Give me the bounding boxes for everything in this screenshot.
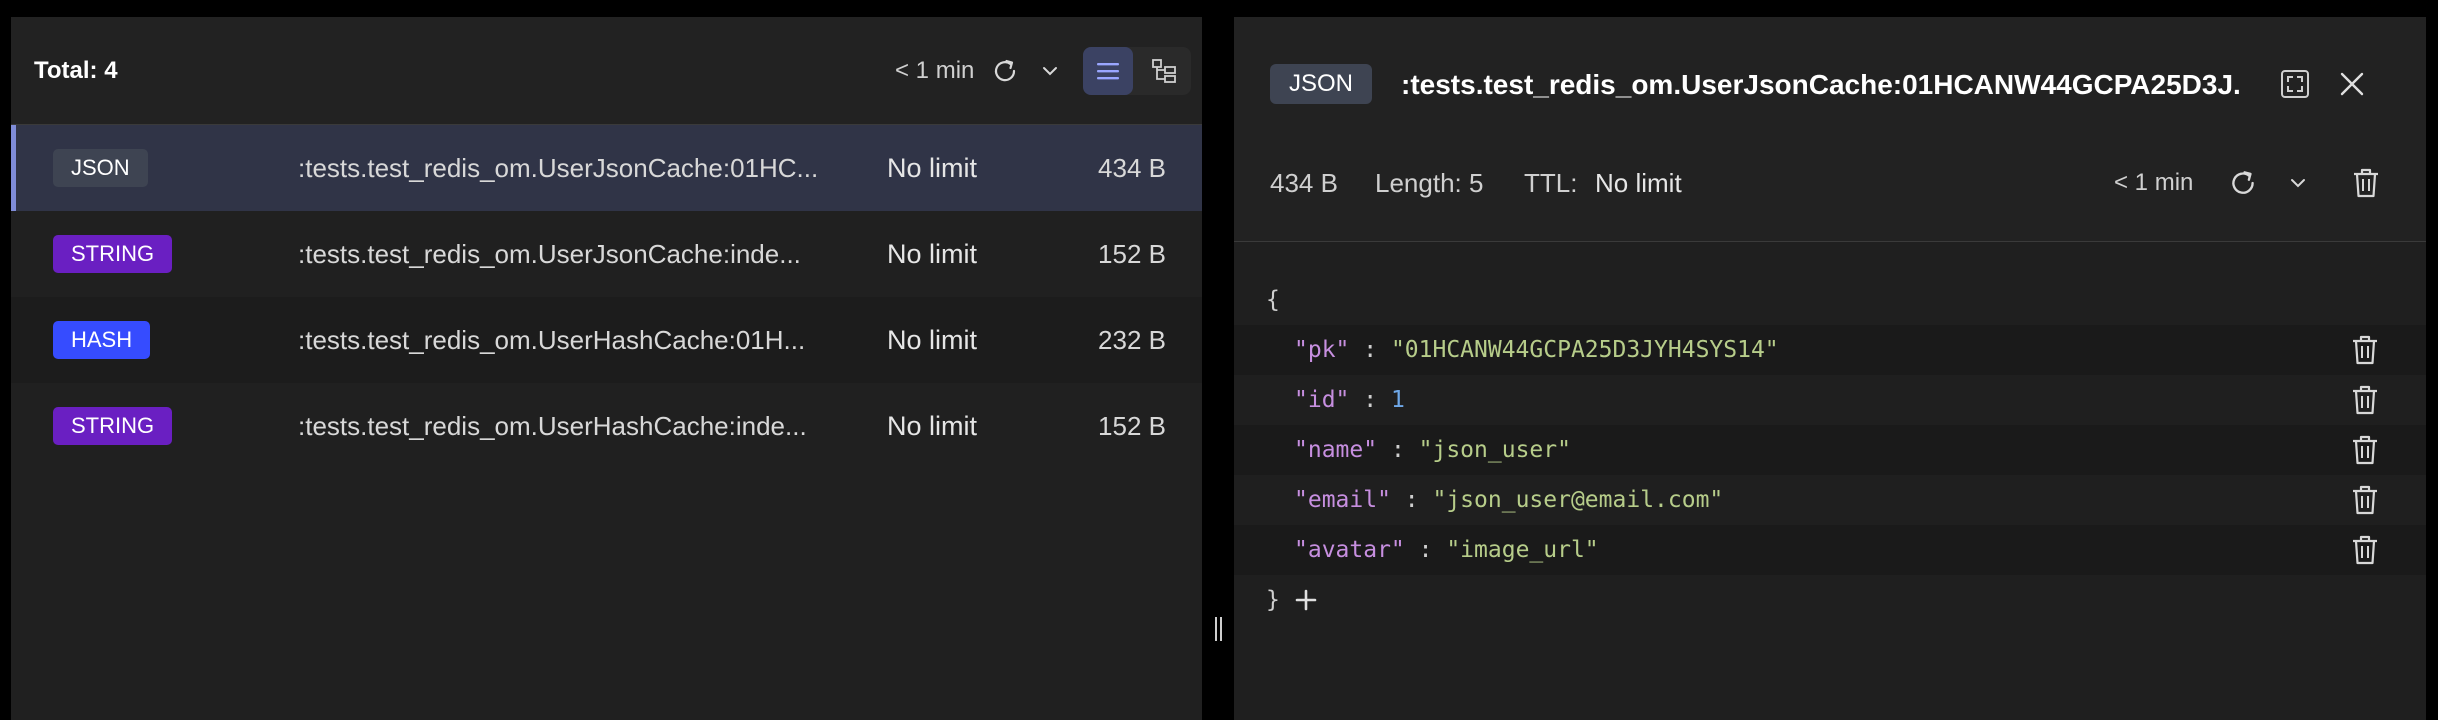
fullscreen-button[interactable] <box>2277 66 2313 102</box>
json-separator: : <box>1349 387 1391 413</box>
json-field-row[interactable]: "avatar" : "image_url" <box>1234 525 2426 575</box>
trash-icon <box>2351 166 2381 200</box>
key-details-header: JSON :tests.test_redis_om.UserJsonCache:… <box>1234 17 2426 242</box>
key-row[interactable]: STRING :tests.test_redis_om.UserJsonCach… <box>11 211 1202 297</box>
delete-field-button[interactable] <box>2346 432 2384 468</box>
key-type-badge: JSON <box>1270 64 1373 104</box>
key-ttl: No limit <box>887 411 978 441</box>
close-details-button[interactable] <box>2334 66 2370 102</box>
key-ttl: No limit <box>887 239 978 269</box>
panel-resize-handle[interactable] <box>1202 17 1234 720</box>
trash-icon <box>2350 333 2380 367</box>
delete-field-button[interactable] <box>2346 532 2384 568</box>
json-separator: : <box>1404 537 1447 563</box>
add-field-button[interactable] <box>1292 575 1320 625</box>
json-field-row[interactable]: "id" : 1 <box>1234 375 2426 425</box>
key-list-header: Total: 4 < 1 min <box>11 17 1202 125</box>
key-list-panel: Total: 4 < 1 min JSON:tests.test_redis_… <box>11 17 1202 720</box>
json-field-row[interactable]: "pk" : "01HCANW44GCPA25D3JYH4SYS14" <box>1234 325 2426 375</box>
key-size: 434 B <box>1098 153 1166 183</box>
json-field-key: "id" <box>1294 387 1350 413</box>
key-length-value: Length: 5 <box>1375 168 1484 198</box>
last-refresh-time: < 1 min <box>2114 169 2194 196</box>
json-field-value[interactable]: "01HCANW44GCPA25D3JYH4SYS14" <box>1391 337 1779 363</box>
key-details-panel: JSON :tests.test_redis_om.UserJsonCache:… <box>1234 17 2426 720</box>
key-size: 232 B <box>1098 325 1166 355</box>
key-row[interactable]: STRING :tests.test_redis_om.UserHashCach… <box>11 383 1202 469</box>
trash-icon <box>2350 533 2380 567</box>
key-type-badge: STRING <box>53 235 173 273</box>
delete-field-button[interactable] <box>2346 332 2384 368</box>
refresh-icon <box>2227 167 2259 199</box>
trash-icon <box>2350 483 2380 517</box>
key-name-title[interactable]: :tests.test_redis_om.UserJsonCache:01HCA… <box>1401 65 2241 105</box>
json-field-value[interactable]: "json_user@email.com" <box>1432 487 1723 513</box>
fullscreen-icon <box>2279 68 2311 100</box>
key-row[interactable]: HASH :tests.test_redis_om.UserHashCache:… <box>11 297 1202 383</box>
json-field-row[interactable]: "email" : "json_user@email.com" <box>1234 475 2426 525</box>
refresh-key-button[interactable] <box>2224 164 2262 202</box>
delete-field-button[interactable] <box>2346 482 2384 518</box>
list-view-icon <box>1095 60 1121 82</box>
key-row[interactable]: JSON :tests.test_redis_om.UserJsonCache:… <box>11 125 1202 211</box>
close-icon <box>2337 69 2367 99</box>
json-field-value[interactable]: 1 <box>1391 387 1405 413</box>
json-field-key: "pk" <box>1294 337 1350 363</box>
key-type-badge: STRING <box>53 407 173 445</box>
key-name: :tests.test_redis_om.UserJsonCache:inde.… <box>298 239 801 269</box>
json-field-value[interactable]: "image_url" <box>1446 537 1598 563</box>
delete-key-button[interactable] <box>2347 163 2385 203</box>
auto-refresh-dropdown[interactable] <box>1037 58 1063 84</box>
key-size-value: 434 B <box>1270 168 1338 198</box>
trash-icon <box>2350 433 2380 467</box>
json-field-value[interactable]: "json_user" <box>1419 437 1571 463</box>
json-separator: : <box>1390 487 1433 513</box>
view-mode-toggle <box>1083 47 1191 95</box>
chevron-down-icon <box>2289 177 2307 189</box>
key-size: 152 B <box>1098 411 1166 441</box>
total-keys-label: Total: 4 <box>34 57 118 84</box>
key-type-badge: HASH <box>53 321 151 359</box>
refresh-keys-button[interactable] <box>988 54 1022 88</box>
key-size: 152 B <box>1098 239 1166 269</box>
json-separator: : <box>1377 437 1419 463</box>
key-ttl: No limit <box>887 153 978 183</box>
json-close-brace: } <box>1266 587 1280 613</box>
auto-refresh-dropdown[interactable] <box>2285 170 2311 196</box>
json-field-key: "avatar" <box>1294 537 1405 563</box>
tree-view-icon <box>1151 58 1177 84</box>
json-field-key: "email" <box>1294 487 1391 513</box>
delete-field-button[interactable] <box>2346 382 2384 418</box>
json-separator: : <box>1349 337 1391 363</box>
key-ttl: No limit <box>887 325 978 355</box>
json-field-row[interactable]: "name" : "json_user" <box>1234 425 2426 475</box>
json-field-key: "name" <box>1294 437 1378 463</box>
json-open-brace: { <box>1266 287 1280 313</box>
chevron-down-icon <box>1041 65 1059 77</box>
ttl-label: TTL: <box>1524 168 1578 198</box>
drag-handle-icon <box>1215 617 1222 641</box>
tree-view-button[interactable] <box>1139 47 1189 95</box>
key-type-badge: JSON <box>53 149 148 187</box>
key-name: :tests.test_redis_om.UserHashCache:01H..… <box>298 325 806 355</box>
refresh-icon <box>990 56 1020 86</box>
key-name: :tests.test_redis_om.UserJsonCache:01HC.… <box>298 153 819 183</box>
ttl-value[interactable]: No limit <box>1595 163 1682 203</box>
list-view-button[interactable] <box>1083 47 1133 95</box>
key-name: :tests.test_redis_om.UserHashCache:inde.… <box>298 411 807 441</box>
plus-icon <box>1294 588 1318 612</box>
last-refresh-time: < 1 min <box>895 57 975 84</box>
trash-icon <box>2350 383 2380 417</box>
app-root: Total: 4 < 1 min JSON:tests.test_redis_… <box>0 0 2438 720</box>
